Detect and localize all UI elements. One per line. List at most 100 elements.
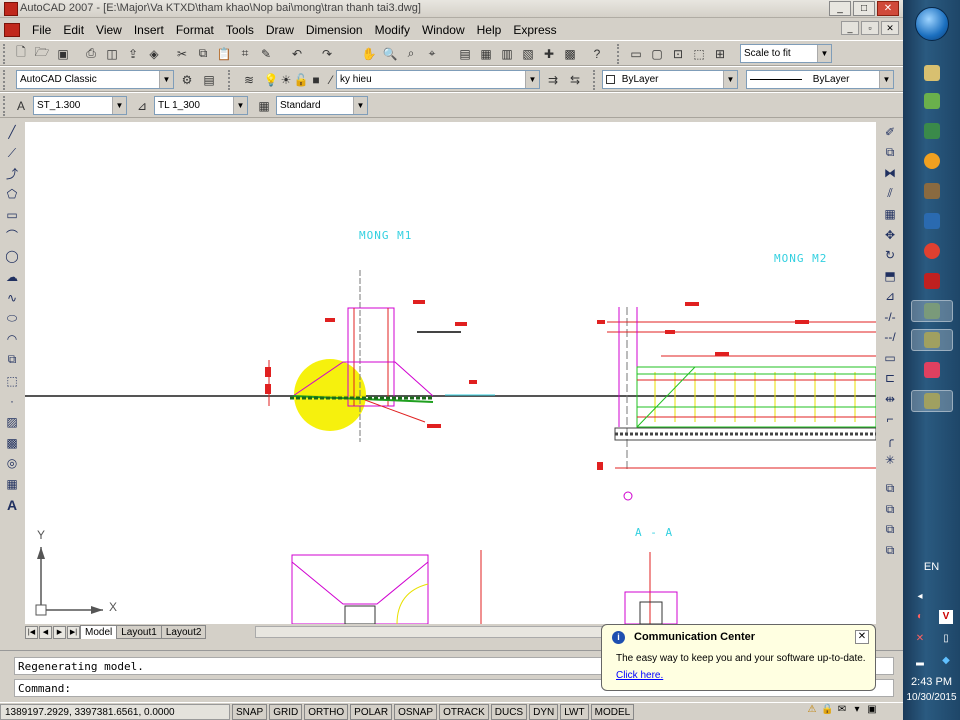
menu-insert[interactable]: Insert (128, 21, 170, 39)
drawing-canvas[interactable]: MONG M1 MONG M2 A - A Y X (25, 122, 876, 624)
extend-icon[interactable]: --/ (877, 327, 903, 348)
communication-center-icon[interactable]: ✉ (836, 704, 848, 716)
taskbar-app-6[interactable] (911, 210, 953, 232)
model-paper-toggle[interactable]: MODEL (590, 703, 635, 720)
tab-layout2[interactable]: Layout2 (160, 625, 207, 639)
save-icon[interactable]: ▣ (54, 45, 72, 62)
tab-model[interactable]: Model (80, 625, 118, 639)
my-workspace-icon[interactable]: ▤ (200, 71, 218, 88)
ellipse-icon[interactable]: ⬭ (0, 308, 24, 329)
color-control-combo[interactable]: ByLayer ▼ (602, 70, 738, 89)
undo-icon[interactable]: ↶ (288, 45, 306, 62)
tool-palettes-icon[interactable]: ▥ (498, 45, 516, 62)
paste-icon[interactable]: 📋 (215, 45, 233, 62)
ducs-toggle[interactable]: DUCS (490, 703, 528, 720)
rectangle-icon[interactable]: ▭ (0, 205, 24, 226)
signal-icon[interactable]: ▂ (913, 654, 927, 668)
menu-tools[interactable]: Tools (220, 21, 260, 39)
menu-help[interactable]: Help (471, 21, 508, 39)
multiline-text-icon[interactable]: A (0, 494, 24, 515)
publish-icon[interactable]: ⇪ (124, 45, 142, 62)
snap-toggle[interactable]: SNAP (232, 703, 268, 720)
status-menu-chevron-icon[interactable]: ▾ (851, 704, 863, 716)
pan-icon[interactable]: ✋ (360, 45, 378, 62)
layer-manager-icon[interactable]: ≋ (240, 71, 258, 88)
grid-toggle[interactable]: GRID (269, 703, 303, 720)
menu-edit[interactable]: Edit (57, 21, 90, 39)
stretch-icon[interactable]: ⊿ (877, 286, 903, 307)
viewport-dialog-icon[interactable]: ▭ (627, 45, 645, 62)
doc-restore-button[interactable]: ▫ (861, 21, 879, 35)
erase-icon[interactable]: ✐ (877, 122, 903, 143)
next-tab-button[interactable]: ▶ (53, 625, 66, 639)
table-style-combo[interactable]: Standard ▼ (276, 96, 368, 115)
toolbar-lock-icon[interactable]: 🔒 (821, 704, 833, 716)
line-icon[interactable]: ╱ (0, 122, 24, 143)
design-center-icon[interactable]: ▦ (477, 45, 495, 62)
revision-cloud-icon[interactable]: ☁ (0, 267, 24, 288)
balloon-link[interactable]: Click here. (616, 670, 663, 681)
draworder-above-icon[interactable]: ⧉ (877, 520, 903, 541)
table-icon[interactable]: ▦ (0, 474, 24, 495)
balloon-close-button[interactable]: ✕ (855, 630, 869, 644)
cut-icon[interactable]: ✂ (173, 45, 191, 62)
point-icon[interactable]: · (0, 391, 24, 412)
help-icon[interactable]: ? (588, 45, 606, 62)
explode-icon[interactable]: ✳ (877, 450, 903, 471)
zoom-realtime-icon[interactable]: 🔍 (381, 45, 399, 62)
polygon-icon[interactable]: ⬠ (0, 184, 24, 205)
first-tab-button[interactable]: |◀ (25, 625, 38, 639)
arc-icon[interactable]: ⌒ (0, 225, 24, 246)
layer-combo[interactable]: ky hieu ▼ (336, 70, 540, 89)
taskbar-app-3[interactable] (911, 120, 953, 142)
clock-date[interactable]: 10/30/2015 (903, 692, 960, 703)
scale-icon[interactable]: ⬒ (877, 266, 903, 287)
ortho-toggle[interactable]: ORTHO (304, 703, 349, 720)
table-style-icon[interactable]: ▦ (255, 97, 273, 114)
taskbar-app-2[interactable] (911, 90, 953, 112)
ellipse-arc-icon[interactable]: ◠ (0, 329, 24, 350)
warning-icon[interactable]: ⚠ (806, 704, 818, 716)
break-icon[interactable]: ⊏ (877, 368, 903, 389)
last-tab-button[interactable]: ▶| (67, 625, 80, 639)
network-icon[interactable]: ✕ (913, 632, 927, 646)
taskbar-app-4[interactable] (911, 150, 953, 172)
show-hidden-icons[interactable]: ◂ (913, 590, 927, 604)
taskbar-chrome[interactable] (911, 240, 953, 262)
match-properties-icon[interactable]: ⌗ (236, 45, 254, 62)
break-at-point-icon[interactable]: ▭ (877, 348, 903, 369)
linetype-control-combo[interactable]: ByLayer ▼ (746, 70, 894, 89)
menu-express[interactable]: Express (507, 21, 562, 39)
markup-icon[interactable]: ✚ (540, 45, 558, 62)
array-icon[interactable]: ▦ (877, 204, 903, 225)
dyn-toggle[interactable]: DYN (529, 703, 559, 720)
block-editor-icon[interactable]: ✎ (257, 45, 275, 62)
language-indicator[interactable]: EN (903, 561, 960, 573)
offset-icon[interactable]: ⫽ (877, 184, 903, 205)
dimension-style-icon[interactable]: ⊿ (133, 97, 151, 114)
calculator-icon[interactable]: ▩ (561, 45, 579, 62)
menu-format[interactable]: Format (170, 21, 220, 39)
menu-dimension[interactable]: Dimension (300, 21, 369, 39)
make-block-icon[interactable]: ⬚ (0, 370, 24, 391)
clock-time[interactable]: 2:43 PM (903, 676, 960, 688)
viewport-scale-combo[interactable]: Scale to fit ▼ (740, 44, 832, 63)
document-icon[interactable] (4, 22, 20, 37)
doc-minimize-button[interactable]: _ (841, 21, 859, 35)
menu-draw[interactable]: Draw (260, 21, 300, 39)
taskbar-explorer[interactable] (911, 62, 953, 84)
open-icon[interactable]: 🗁 (33, 45, 51, 62)
chamfer-icon[interactable]: ⌐ (877, 409, 903, 430)
taskbar-app-10[interactable] (911, 329, 953, 351)
make-object-layer-current-icon[interactable]: ⇉ (544, 71, 562, 88)
polar-toggle[interactable]: POLAR (350, 703, 393, 720)
redo-icon[interactable]: ↷ (318, 45, 336, 62)
battery-icon[interactable]: ▯ (939, 632, 953, 646)
tray-app-icon[interactable]: ◐ (913, 610, 927, 624)
menu-modify[interactable]: Modify (369, 21, 416, 39)
osnap-toggle[interactable]: OSNAP (394, 703, 438, 720)
sheet-set-icon[interactable]: ▧ (519, 45, 537, 62)
workspace-settings-icon[interactable]: ⚙ (178, 71, 196, 88)
clean-screen-icon[interactable]: ▣ (866, 704, 878, 716)
taskbar-app-11[interactable] (911, 359, 953, 381)
